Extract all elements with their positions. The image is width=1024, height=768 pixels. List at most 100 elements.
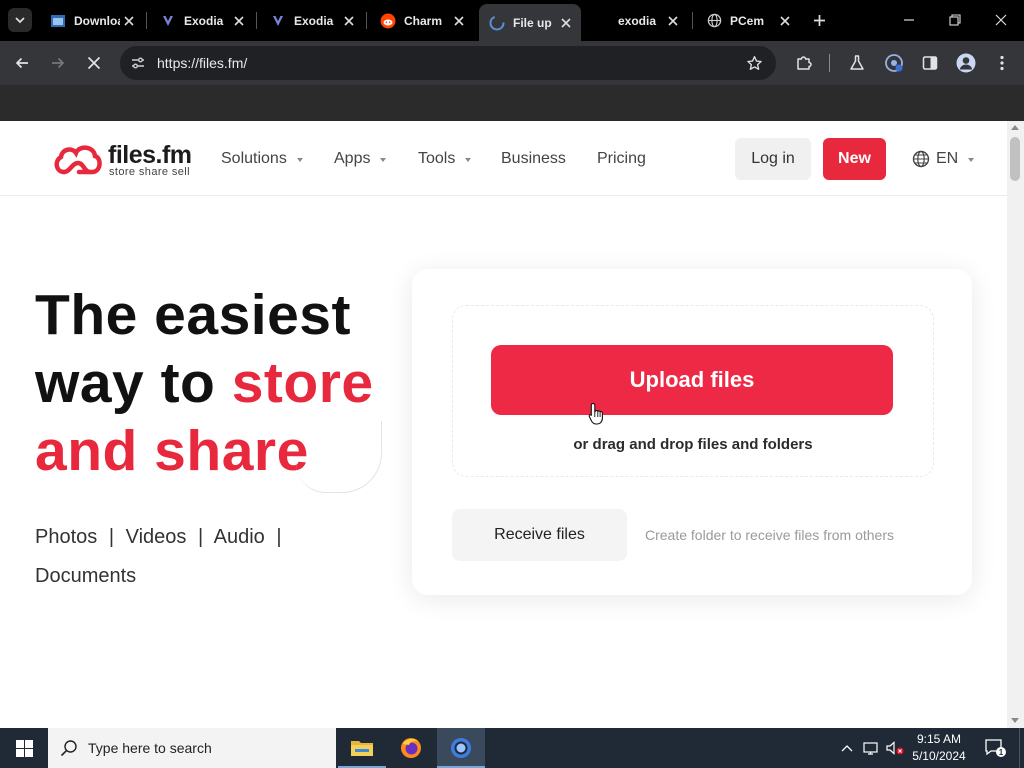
browser-tab-title: Exodia xyxy=(294,13,334,28)
close-icon[interactable] xyxy=(340,12,358,30)
login-button[interactable]: Log in xyxy=(735,138,811,180)
new-tab-button[interactable] xyxy=(808,9,830,31)
scroll-thumb[interactable] xyxy=(1010,137,1020,181)
receive-files-button[interactable]: Receive files xyxy=(452,509,627,561)
close-icon[interactable] xyxy=(450,12,468,30)
address-bar[interactable]: https://files.fm/ xyxy=(120,46,776,80)
extension-badge-icon xyxy=(885,54,903,72)
close-icon[interactable] xyxy=(557,14,575,32)
extensions-button[interactable] xyxy=(792,51,816,75)
receive-files-hint: Create folder to receive files from othe… xyxy=(645,527,894,543)
clock-date: 5/10/2024 xyxy=(912,749,966,763)
nav-tools[interactable]: Tools xyxy=(418,150,472,168)
hero-line-2-highlight: store xyxy=(231,351,374,415)
taskbar-firefox[interactable] xyxy=(387,728,435,768)
window-app-icon xyxy=(50,13,66,29)
restore-window-button[interactable] xyxy=(932,0,978,40)
upload-files-button[interactable]: Upload files xyxy=(491,345,893,415)
media-type-documents: Documents xyxy=(35,565,137,587)
media-type-audio: Audio xyxy=(213,526,265,548)
flask-icon xyxy=(850,55,864,70)
scroll-down-arrow-icon[interactable] xyxy=(1011,718,1019,723)
browser-tab-exodia-2[interactable]: Exodia xyxy=(260,5,364,36)
caret-down-icon xyxy=(465,158,472,162)
close-icon xyxy=(995,14,1007,26)
browser-tab-exodia-3[interactable]: exodia xyxy=(592,5,688,36)
bookmark-star-icon[interactable] xyxy=(744,53,764,73)
taskbar-file-explorer[interactable] xyxy=(338,728,386,768)
url-text: https://files.fm/ xyxy=(157,55,248,71)
nav-business[interactable]: Business xyxy=(501,150,566,168)
hero-line-3-highlight: and share xyxy=(35,419,309,483)
minimize-icon xyxy=(904,19,914,21)
nav-pricing[interactable]: Pricing xyxy=(597,150,646,168)
nav-label: Apps xyxy=(334,150,371,167)
decorative-arc xyxy=(296,421,382,493)
taskbar-search-placeholder: Type here to search xyxy=(88,740,212,756)
browser-tab-title: File up xyxy=(513,15,552,30)
search-icon xyxy=(60,739,78,757)
close-icon[interactable] xyxy=(664,12,682,30)
labs-button[interactable] xyxy=(845,51,869,75)
windows-taskbar: Type here to search 9:15 AM 5/10/2024 1 xyxy=(0,728,1024,768)
network-icon xyxy=(863,742,878,755)
separator: | xyxy=(197,526,204,548)
back-button[interactable] xyxy=(10,51,34,75)
volume-muted-icon xyxy=(886,741,904,755)
drop-zone[interactable]: Upload files or drag and drop files and … xyxy=(452,305,934,477)
stop-loading-button[interactable] xyxy=(82,51,106,75)
browser-tab-charm[interactable]: Charm xyxy=(370,5,474,36)
show-desktop-button[interactable] xyxy=(1019,728,1020,768)
toolbar-divider xyxy=(829,54,830,72)
exodia-logo-icon xyxy=(160,13,176,29)
forward-button[interactable] xyxy=(46,51,70,75)
language-selector[interactable]: EN xyxy=(912,150,975,168)
nav-label: Business xyxy=(501,150,566,167)
cloud-logo-icon xyxy=(54,145,102,175)
separator: | xyxy=(276,526,282,548)
logo-wordmark: files.fm xyxy=(108,141,192,169)
close-icon[interactable] xyxy=(230,12,248,30)
scroll-up-arrow-icon[interactable] xyxy=(1011,125,1019,130)
browser-tab-pcem[interactable]: PCem xyxy=(696,5,800,36)
close-icon[interactable] xyxy=(776,12,794,30)
chrome-icon xyxy=(451,738,471,758)
tab-separator xyxy=(692,12,693,29)
hero-line-2-plain: way to xyxy=(35,351,232,415)
taskbar-chrome[interactable] xyxy=(437,728,485,768)
browser-tab-download[interactable]: Download xyxy=(40,5,144,36)
tab-search-button[interactable] xyxy=(8,8,32,32)
browser-menu-button[interactable] xyxy=(990,51,1014,75)
browser-tab-file-upload[interactable]: File up xyxy=(479,4,581,41)
site-settings-icon[interactable] xyxy=(128,53,148,73)
tab-strip: Download Exodia Exodia Charm File up exo… xyxy=(0,0,1024,41)
profile-button[interactable] xyxy=(954,51,978,75)
puzzle-icon xyxy=(797,56,812,70)
globe-icon xyxy=(912,150,930,168)
system-clock[interactable]: 9:15 AM 5/10/2024 xyxy=(908,731,970,765)
media-type-videos: Videos xyxy=(125,526,187,548)
network-tray-icon[interactable] xyxy=(861,728,881,768)
logo-tagline: store share sell xyxy=(109,166,190,178)
volume-tray-icon[interactable] xyxy=(884,728,906,768)
page-scrollbar[interactable] xyxy=(1007,121,1024,728)
files-fm-icon xyxy=(489,15,505,31)
minimize-window-button[interactable] xyxy=(886,0,932,40)
taskbar-search-box[interactable]: Type here to search xyxy=(48,728,336,768)
extension-button[interactable] xyxy=(882,51,906,75)
action-center-button[interactable]: 1 xyxy=(980,728,1010,768)
side-panel-icon xyxy=(922,56,938,70)
side-panel-button[interactable] xyxy=(918,51,942,75)
nav-solutions[interactable]: Solutions xyxy=(221,150,303,168)
media-types-list: Photos | Videos | Audio | Documents xyxy=(35,518,365,596)
caret-down-icon xyxy=(296,158,303,162)
media-type-photos: Photos xyxy=(35,526,98,548)
show-hidden-icons-button[interactable] xyxy=(838,728,856,768)
separator: | xyxy=(108,526,115,548)
close-icon[interactable] xyxy=(120,12,138,30)
nav-apps[interactable]: Apps xyxy=(334,150,387,168)
new-button[interactable]: New xyxy=(823,138,886,180)
start-button[interactable] xyxy=(0,728,48,768)
close-window-button[interactable] xyxy=(978,0,1024,40)
browser-tab-exodia-1[interactable]: Exodia xyxy=(150,5,254,36)
